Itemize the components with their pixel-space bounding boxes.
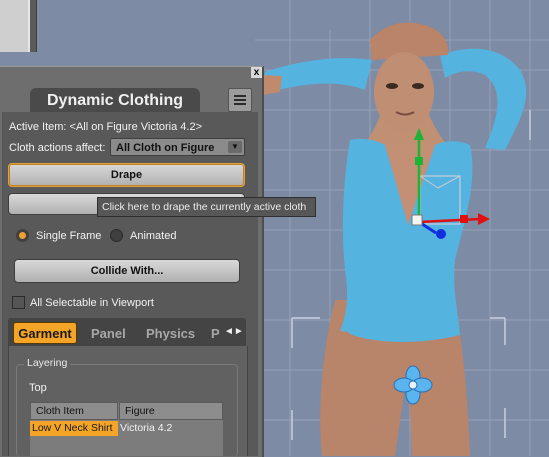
single-frame-radio[interactable] [16, 229, 29, 242]
cloth-actions-value: All Cloth on Figure [116, 142, 215, 154]
cloth-actions-label: Cloth actions affect: [9, 142, 106, 154]
panel-title: Dynamic Clothing [30, 88, 200, 112]
menu-icon[interactable] [228, 88, 252, 112]
animated-radio[interactable] [110, 229, 123, 242]
close-icon[interactable]: x [251, 67, 262, 78]
column-header-cloth-item[interactable]: Cloth Item [30, 402, 118, 420]
background-window-fragment [0, 0, 37, 52]
tab-physics[interactable]: Physics [146, 326, 195, 341]
tab-nav-icon[interactable]: ◄► [224, 326, 244, 337]
drape-button[interactable]: Drape [8, 163, 245, 187]
tab-panel[interactable]: Panel [91, 326, 126, 341]
all-selectable-label: All Selectable in Viewport [30, 297, 154, 309]
layering-top-label: Top [29, 382, 47, 394]
cloth-actions-select[interactable]: All Cloth on Figure ▼ [110, 138, 245, 156]
table-row-figure[interactable]: Victoria 4.2 [120, 421, 172, 436]
single-frame-label: Single Frame [36, 230, 102, 242]
table-row-cloth-item[interactable]: Low V Neck Shirt [30, 421, 118, 436]
layering-legend: Layering [24, 357, 71, 369]
all-selectable-checkbox[interactable] [12, 296, 25, 309]
drape-tooltip: Click here to drape the currently active… [97, 197, 316, 217]
animated-label: Animated [130, 230, 177, 242]
active-item-label: Active Item: <All on Figure Victoria 4.2… [9, 121, 202, 133]
tab-overflow[interactable]: P [211, 326, 220, 341]
column-header-figure[interactable]: Figure [119, 402, 223, 420]
tab-garment[interactable]: Garment [13, 322, 77, 344]
collide-with-button[interactable]: Collide With... [14, 259, 240, 283]
dropdown-arrow-icon: ▼ [228, 141, 242, 153]
